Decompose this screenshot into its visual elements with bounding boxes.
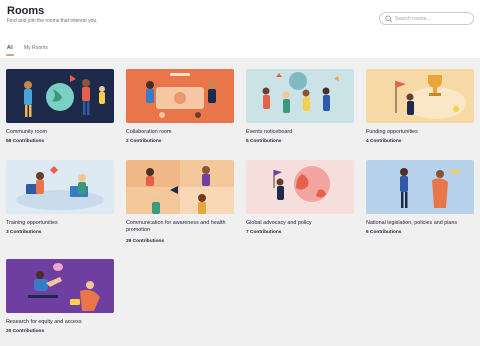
room-name: Community room — [6, 129, 48, 135]
room-contributions: 58 Contributions — [6, 139, 45, 144]
room-contributions: 5 Contributions — [246, 139, 282, 144]
room-illustration — [6, 259, 114, 313]
tab-my-rooms[interactable]: My Rooms — [24, 45, 48, 51]
search-icon — [385, 15, 393, 23]
room-name: Funding opportunities — [366, 129, 418, 135]
room-contributions: 6 Contributions — [366, 230, 402, 235]
room-illustration — [246, 160, 354, 214]
room-illustration — [126, 160, 234, 214]
room-name: Global advocacy and policy — [246, 220, 312, 226]
room-name: Training opportunities — [6, 220, 58, 226]
room-tabs: All My Rooms — [0, 40, 480, 58]
active-tab-indicator — [6, 54, 14, 56]
room-name: Research for equity and access — [6, 319, 82, 325]
search-input[interactable]: Search rooms... — [379, 12, 474, 25]
room-contributions: 2 Contributions — [126, 139, 162, 144]
room-contributions: 4 Contributions — [366, 139, 402, 144]
room-contributions: 20 Contributions — [6, 329, 45, 334]
search-placeholder: Search rooms... — [395, 16, 431, 22]
room-illustration — [366, 160, 474, 214]
room-illustration — [246, 69, 354, 123]
tab-all[interactable]: All — [7, 45, 13, 51]
room-illustration — [366, 69, 474, 123]
page-subtitle: Find and join the rooms that interest yo… — [7, 18, 98, 24]
room-name: Communication for awareness and health p… — [126, 220, 226, 233]
room-illustration — [6, 69, 114, 123]
room-name: Collaboration room — [126, 129, 172, 135]
room-illustration — [126, 69, 234, 123]
page-title: Rooms — [7, 5, 45, 17]
room-name: National legislation, policies and plans — [366, 220, 458, 226]
room-contributions: 29 Contributions — [126, 239, 165, 244]
room-contributions: 7 Contributions — [246, 230, 282, 235]
room-contributions: 3 Contributions — [6, 230, 42, 235]
page-header: Rooms Find and join the rooms that inter… — [0, 0, 480, 58]
room-name: Events noticeboard — [246, 129, 293, 135]
room-illustration — [6, 160, 114, 214]
rooms-grid: Community room 58 Contributions Collabor… — [0, 58, 480, 346]
